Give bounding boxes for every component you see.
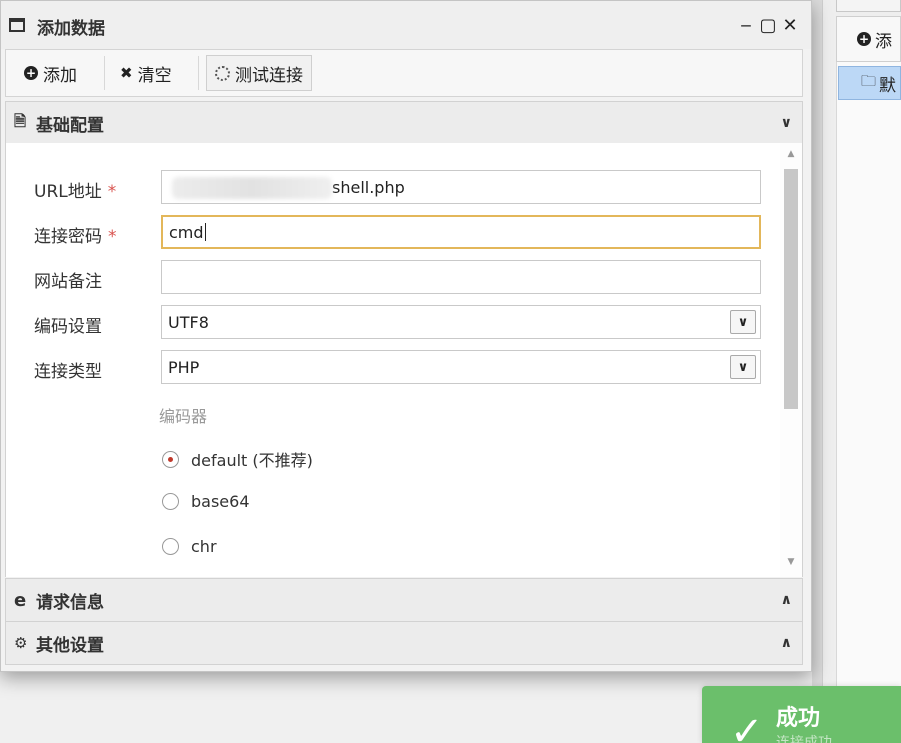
success-toast: ✓ 成功 连接成功 [702, 686, 901, 743]
plus-circle-icon: + [857, 32, 871, 46]
radio-unchecked-icon [162, 538, 179, 555]
add-data-dialog: 添加数据 ‒ ▢ ✕ + 添加 ✖ 清空 测试连接 🗎 基础配置 ∨ URL地址… [0, 0, 812, 672]
document-icon: 🗎 [14, 111, 27, 130]
add-button[interactable]: + 添加 [16, 55, 85, 91]
section-request-title: 请求信息 [36, 592, 104, 613]
password-input-value: cmd [169, 222, 204, 242]
background-header [836, 0, 901, 12]
plus-circle-icon: + [24, 66, 38, 80]
encoder-label: 编码器 [159, 407, 208, 426]
url-label: URL地址 * [34, 182, 117, 202]
encoder-option-label: default (不推荐) [191, 451, 313, 470]
gears-icon: ⚙ [14, 634, 28, 652]
encoder-option-base64[interactable]: base64 [162, 492, 250, 511]
toast-message: 连接成功 [776, 735, 832, 743]
encoding-select-value: UTF8 [168, 312, 209, 332]
scroll-thumb[interactable] [784, 169, 798, 409]
window-icon [9, 18, 25, 32]
background-list-item-label: 默 [879, 75, 897, 96]
scroll-up-icon[interactable]: ▲ [784, 149, 798, 163]
password-input[interactable]: cmd [161, 215, 761, 249]
close-button[interactable]: ✕ [780, 13, 800, 37]
maximize-button[interactable]: ▢ [758, 13, 778, 37]
password-label: 连接密码 * [34, 227, 117, 247]
radio-checked-icon [162, 450, 179, 468]
scroll-down-icon[interactable]: ▼ [784, 557, 798, 571]
minimize-button[interactable]: ‒ [736, 13, 756, 37]
encoder-option-label: base64 [191, 492, 250, 511]
ie-icon: e [14, 589, 27, 611]
test-connection-button[interactable]: 测试连接 [206, 55, 312, 91]
type-select-value: PHP [168, 357, 200, 377]
add-button-label: 添加 [43, 65, 77, 86]
encoding-select[interactable]: UTF8 ∨ [161, 305, 761, 339]
section-basic-title: 基础配置 [36, 115, 104, 136]
section-basic-config[interactable]: 🗎 基础配置 ∨ [5, 101, 803, 145]
basic-config-form: URL地址 * shell.php 连接密码 * cmd 网站备注 编码设置 UTF… [5, 143, 803, 577]
type-label: 连接类型 [34, 362, 102, 382]
spinner-icon [215, 65, 230, 81]
form-scrollbar[interactable]: ▲ ▼ [780, 143, 802, 577]
encoder-option-default[interactable]: default (不推荐) [162, 447, 313, 471]
note-label: 网站备注 [34, 272, 102, 292]
chevron-up-icon: ∧ [780, 635, 792, 651]
chevron-down-icon: ∨ [730, 310, 756, 334]
radio-unchecked-icon [162, 493, 179, 510]
toast-title: 成功 [776, 706, 821, 731]
encoder-option-chr[interactable]: chr [162, 537, 217, 556]
background-list-item[interactable]: 🗀 默 [838, 66, 901, 100]
encoder-option-label: chr [191, 537, 217, 556]
close-x-icon: ✖ [120, 64, 133, 82]
dialog-toolbar: + 添加 ✖ 清空 测试连接 [5, 49, 803, 97]
section-other-settings[interactable]: ⚙ 其他设置 ∧ [5, 621, 803, 665]
background-add-label: 添 [875, 31, 892, 52]
test-connection-label: 测试连接 [235, 65, 303, 86]
dialog-title: 添加数据 [37, 19, 105, 39]
toolbar-divider [104, 56, 105, 90]
background-add-button[interactable]: + 添 [836, 16, 901, 62]
chevron-down-icon: ∨ [730, 355, 756, 379]
section-other-title: 其他设置 [36, 635, 104, 656]
redacted-url-part [172, 177, 332, 199]
checkmark-icon: ✓ [730, 709, 764, 743]
clear-button-label: 清空 [137, 65, 172, 86]
text-cursor [204, 223, 206, 241]
url-input[interactable]: shell.php [161, 170, 761, 204]
section-request-info[interactable]: e 请求信息 ∧ [5, 578, 803, 622]
encoding-label: 编码设置 [34, 317, 102, 337]
chevron-down-icon: ∨ [780, 115, 792, 131]
folder-icon: 🗀 [861, 71, 877, 90]
note-input[interactable] [161, 260, 761, 294]
clear-button[interactable]: ✖ 清空 [112, 55, 180, 91]
type-select[interactable]: PHP ∨ [161, 350, 761, 384]
dialog-titlebar[interactable]: 添加数据 ‒ ▢ ✕ [1, 1, 811, 49]
toolbar-divider [198, 56, 199, 90]
url-input-value: shell.php [332, 177, 405, 197]
chevron-up-icon: ∧ [780, 592, 792, 608]
background-list [836, 62, 901, 743]
